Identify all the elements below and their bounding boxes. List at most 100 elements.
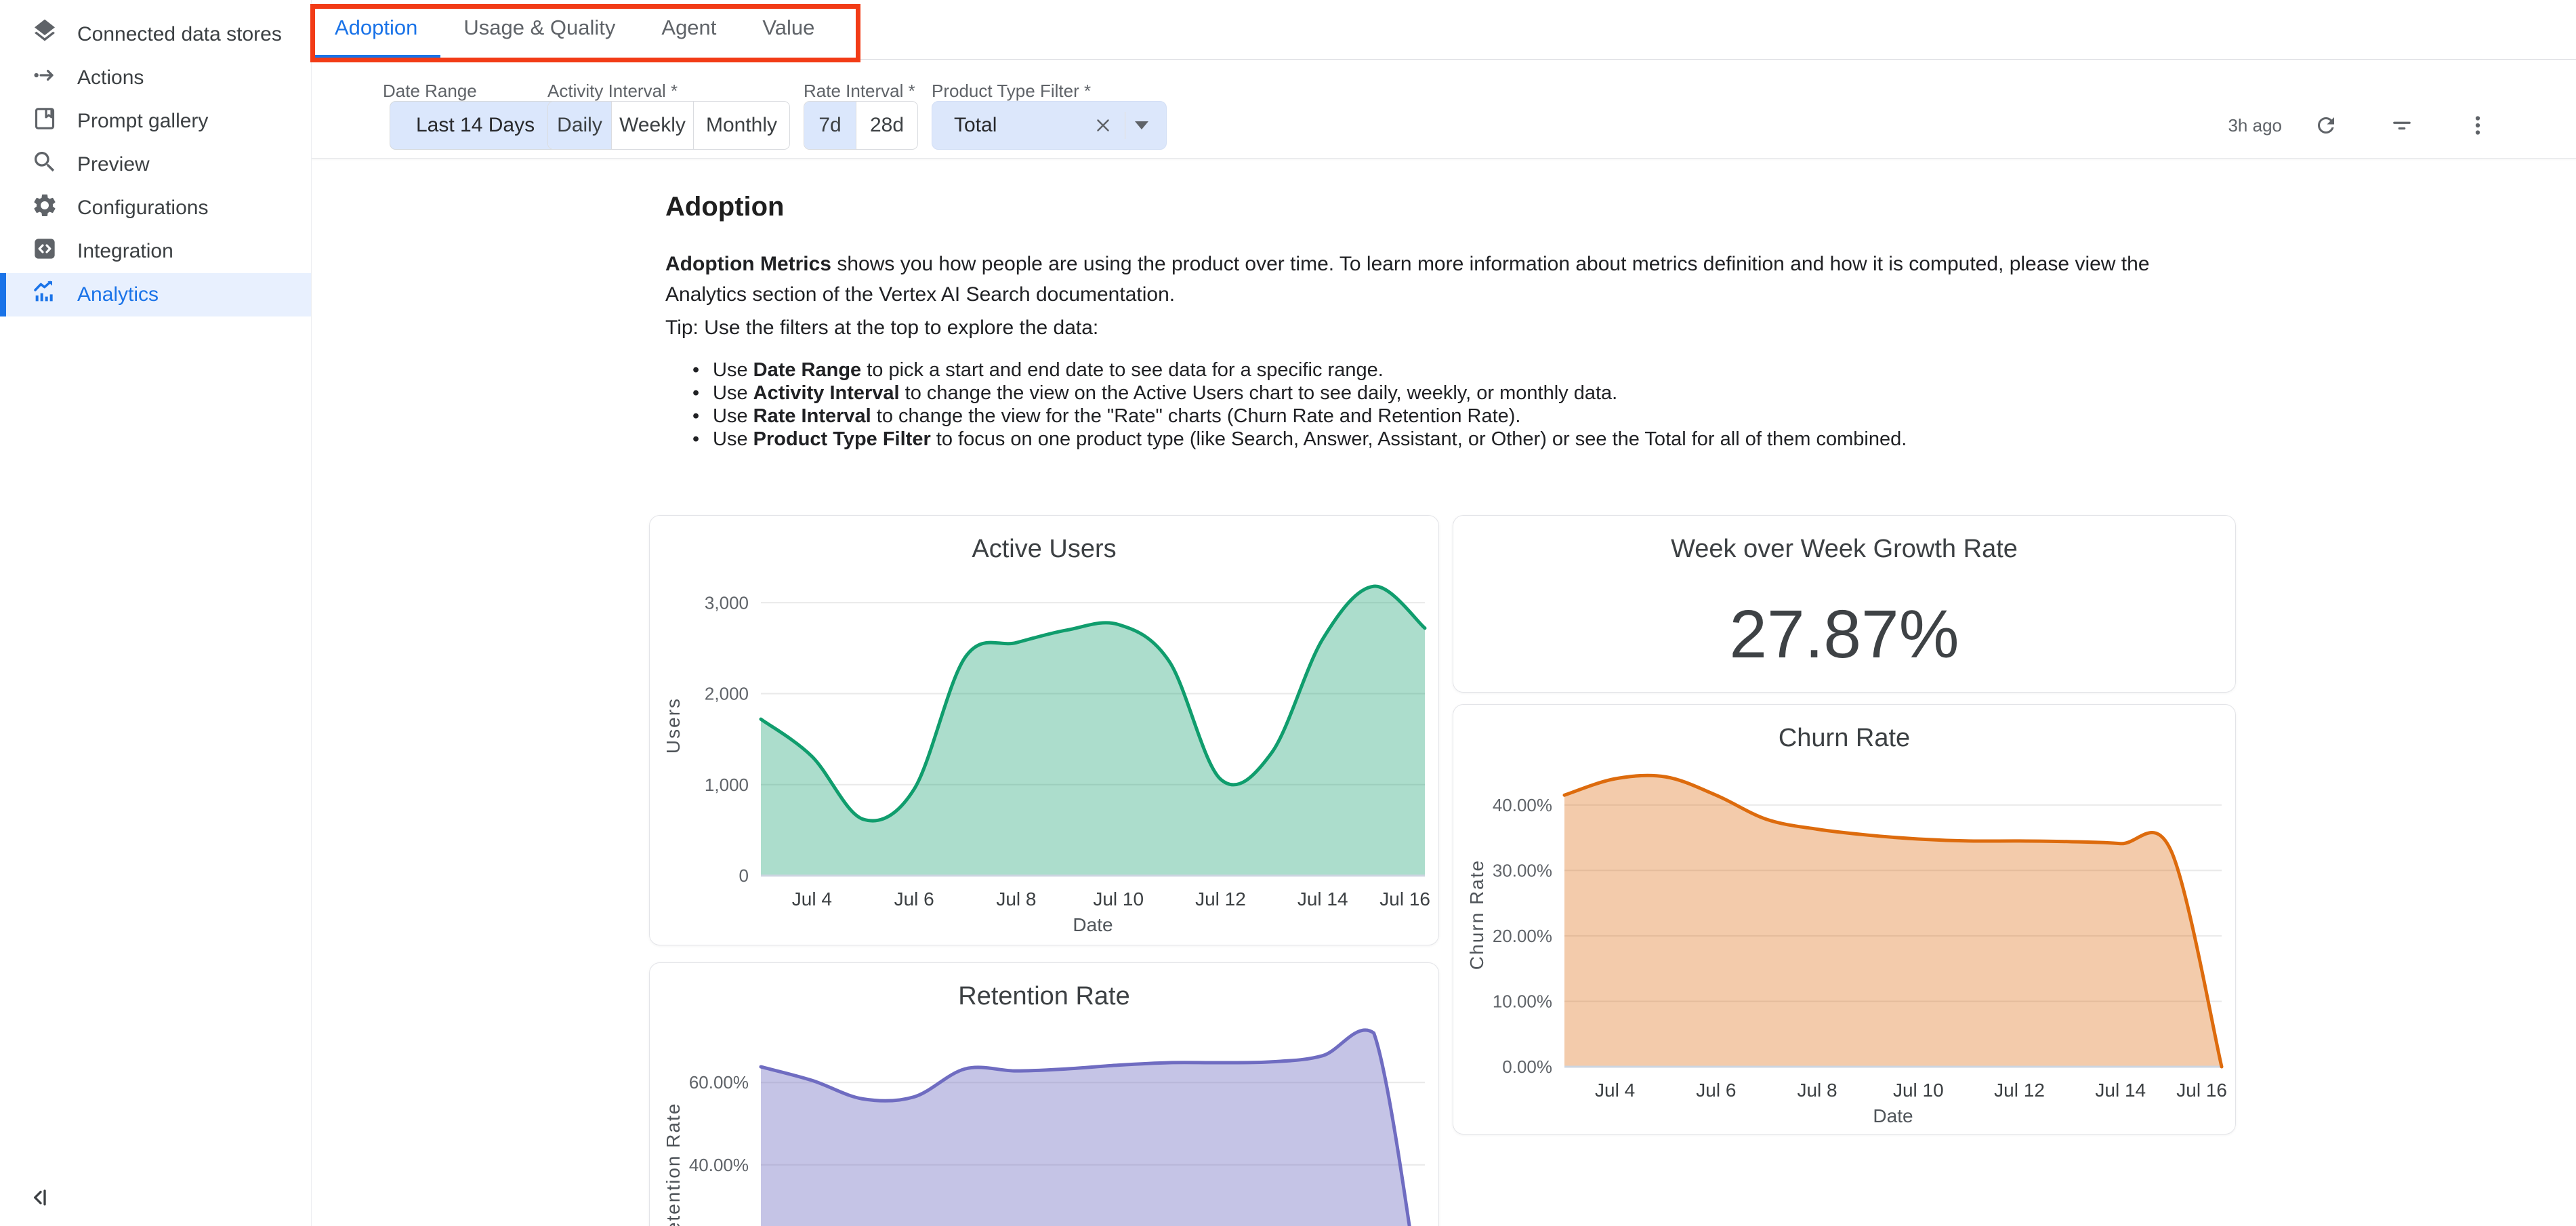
tab-value[interactable]: Value [739, 0, 837, 59]
sidebar-item-prompt-gallery[interactable]: Prompt gallery [0, 100, 311, 143]
analytics-icon [31, 279, 58, 311]
svg-text:Jul 16: Jul 16 [2176, 1080, 2227, 1101]
sidebar-item-label: Configurations [77, 197, 208, 220]
collapse-sidebar-button[interactable] [20, 1179, 58, 1217]
tab-agent[interactable]: Agent [638, 0, 739, 59]
sidebar-item-label: Analytics [77, 283, 159, 306]
clear-filter-button[interactable] [1088, 110, 1118, 140]
tab-adoption[interactable]: Adoption [312, 0, 440, 59]
sidebar-item-label: Preview [77, 153, 150, 176]
svg-text:Jul 6: Jul 6 [894, 888, 934, 910]
intro-bold: Adoption Metrics [665, 253, 831, 275]
intro-rest: shows you how people are using the produ… [665, 253, 2150, 306]
sidebar-item-connected-data-stores[interactable]: Connected data stores [0, 13, 311, 56]
svg-text:2,000: 2,000 [705, 684, 749, 704]
sidebar-item-label: Actions [77, 66, 144, 89]
svg-text:Retention Rate: Retention Rate [663, 1103, 684, 1226]
rate-interval-28d[interactable]: 28d [856, 102, 917, 149]
filter-bar: Date Range Last 14 Days Activity Interva… [312, 60, 2576, 159]
svg-text:Jul 8: Jul 8 [1797, 1080, 1837, 1101]
rate-interval-segmented: 7d 28d [804, 101, 918, 150]
svg-text:0.00%: 0.00% [1502, 1057, 1552, 1077]
intro-paragraph: Adoption Metrics shows you how people ar… [665, 249, 2210, 310]
svg-text:30.00%: 30.00% [1493, 860, 1552, 880]
tab-bar: Adoption Usage & Quality Agent Value [312, 0, 2576, 60]
active-users-card: Active Users 01,0002,0003,000Jul 4Jul 6J… [649, 515, 1439, 945]
sidebar-item-integration[interactable]: Integration [0, 230, 311, 273]
filter-button[interactable] [2378, 102, 2426, 149]
svg-text:Jul 16: Jul 16 [1379, 888, 1430, 910]
churn-rate-chart: 0.00%10.00%20.00%30.00%40.00%Jul 4Jul 6J… [1453, 705, 2235, 1134]
sidebar-item-configurations[interactable]: Configurations [0, 186, 311, 230]
product-type-select[interactable]: Total [932, 101, 1167, 150]
svg-text:Jul 14: Jul 14 [1297, 888, 1348, 910]
svg-text:Jul 4: Jul 4 [1595, 1080, 1635, 1101]
svg-text:Jul 12: Jul 12 [1994, 1080, 2045, 1101]
svg-text:20.00%: 20.00% [1493, 926, 1552, 946]
activity-interval-segmented: Daily Weekly Monthly [547, 101, 790, 150]
retention-rate-chart: 0.00%20.00%40.00%60.00%Jul 4Jul 6Jul 8Ju… [650, 963, 1438, 1226]
activity-interval-label: Activity Interval * [547, 81, 678, 102]
list-item: Use Date Range to pick a start and end d… [691, 359, 1907, 382]
chevron-down-icon[interactable] [1135, 121, 1148, 129]
sidebar-item-label: Integration [77, 240, 173, 263]
sidebar: Connected data stores Actions Prompt gal… [0, 0, 312, 1226]
date-range-label: Date Range [383, 81, 477, 102]
refresh-button[interactable] [2302, 102, 2350, 149]
sidebar-item-actions[interactable]: Actions [0, 56, 311, 100]
list-item: Use Activity Interval to change the view… [691, 382, 1907, 405]
rate-interval-7d[interactable]: 7d [804, 102, 856, 149]
list-item: Use Rate Interval to change the view for… [691, 405, 1907, 428]
rate-interval-label: Rate Interval * [804, 81, 915, 102]
svg-text:10.00%: 10.00% [1493, 991, 1552, 1011]
svg-text:Date: Date [1873, 1105, 1913, 1126]
tip-text: Tip: Use the filters at the top to explo… [665, 316, 1098, 340]
churn-rate-card: Churn Rate 0.00% 10.00% 20.00% 30.00% 40.00%… [1453, 704, 2236, 1135]
svg-text:Churn Rate: Churn Rate [1466, 859, 1487, 970]
active-users-chart: 0 1,000 2,000 3,000 Jul 4 Jul 6 Jul 8 Jul 10 Jul… [650, 516, 1438, 945]
chart-title: Week over Week Growth Rate [1453, 535, 2235, 564]
product-type-filter-label: Product Type Filter * [932, 81, 1091, 102]
sidebar-item-label: Prompt gallery [77, 110, 208, 133]
svg-text:40.00%: 40.00% [1493, 795, 1552, 815]
svg-text:Jul 8: Jul 8 [996, 888, 1036, 910]
activity-interval-monthly[interactable]: Monthly [694, 102, 789, 149]
more-options-button[interactable] [2454, 102, 2501, 149]
svg-text:40.00%: 40.00% [689, 1155, 749, 1175]
svg-text:0: 0 [739, 865, 749, 886]
svg-text:Jul 10: Jul 10 [1093, 888, 1144, 910]
wow-growth-card: Week over Week Growth Rate 27.87% [1453, 515, 2236, 693]
book-bookmark-icon [31, 105, 58, 138]
activity-interval-daily[interactable]: Daily [548, 102, 612, 149]
product-type-value: Total [932, 114, 1088, 137]
dashboard-toolbar: 3h ago [2228, 101, 2576, 150]
date-range-value: Last 14 Days [416, 114, 535, 137]
more-vert-icon [2466, 113, 2490, 138]
svg-text:Jul 4: Jul 4 [792, 888, 832, 910]
sidebar-item-analytics[interactable]: Analytics [0, 273, 311, 316]
collapse-panel-icon [26, 1184, 53, 1211]
svg-text:60.00%: 60.00% [689, 1072, 749, 1092]
svg-text:Jul 14: Jul 14 [2095, 1080, 2146, 1101]
list-item: Use Product Type Filter to focus on one … [691, 428, 1907, 451]
tips-list: Use Date Range to pick a start and end d… [691, 359, 1907, 451]
page-title: Adoption [665, 192, 785, 222]
svg-text:3,000: 3,000 [705, 592, 749, 613]
retention-rate-card: Retention Rate 0.00%20.00%40.00%60.00%Ju… [649, 962, 1439, 1226]
arrow-start-icon [31, 62, 58, 94]
tab-usage-quality[interactable]: Usage & Quality [440, 0, 638, 59]
last-refreshed-text: 3h ago [2228, 115, 2282, 136]
growth-rate-value: 27.87% [1453, 596, 2235, 674]
sidebar-item-label: Connected data stores [77, 23, 282, 46]
filter-icon [2390, 113, 2414, 138]
activity-interval-weekly[interactable]: Weekly [612, 102, 694, 149]
svg-text:Jul 12: Jul 12 [1195, 888, 1246, 910]
code-icon [31, 235, 58, 268]
sidebar-item-preview[interactable]: Preview [0, 143, 311, 186]
analytics-page: Connected data stores Actions Prompt gal… [0, 0, 2576, 1226]
svg-text:1,000: 1,000 [705, 775, 749, 795]
main-content: Adoption Adoption Metrics shows you how … [312, 159, 2576, 1226]
close-icon [1093, 115, 1113, 136]
gear-icon [31, 192, 58, 224]
date-range-chip[interactable]: Last 14 Days [390, 101, 561, 150]
